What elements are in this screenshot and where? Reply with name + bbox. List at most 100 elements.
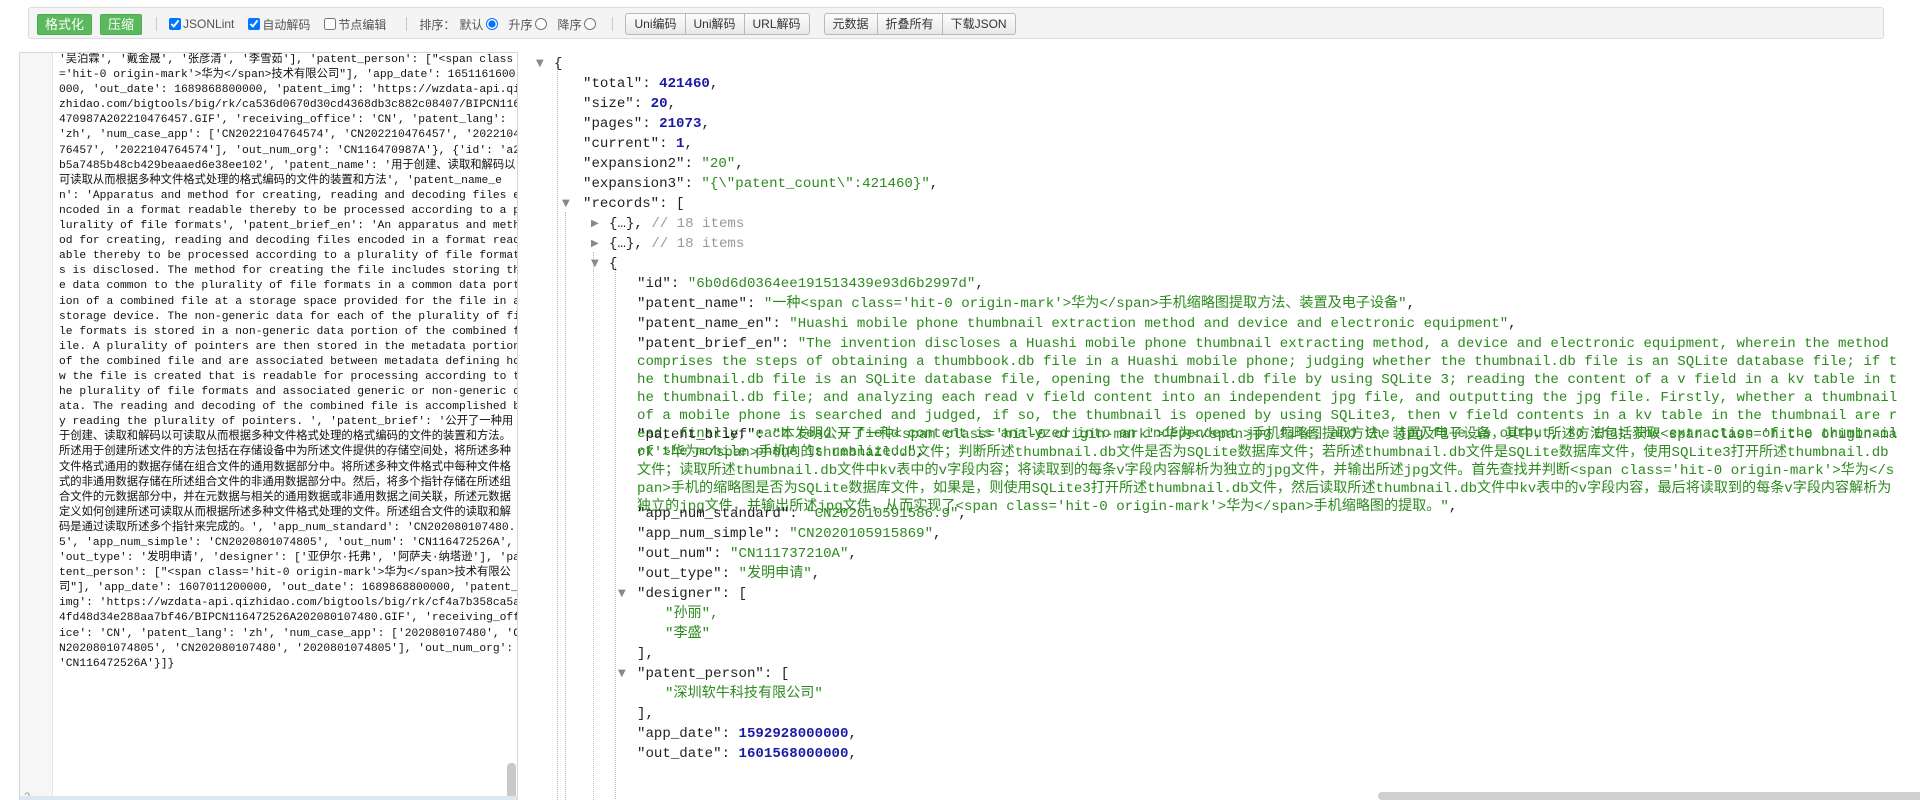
tree-row-app-num-simple[interactable]: "app_num_simple": "CN2020105915869", xyxy=(637,524,942,544)
tree-row-designer[interactable]: "designer": [ xyxy=(637,584,747,604)
tree-row-patent-name-en[interactable]: "patent_name_en": "Huashi mobile phone t… xyxy=(637,314,1517,334)
tree-row-collapsed-record[interactable]: {…}, // 18 items xyxy=(609,214,744,234)
node-edit-checkbox[interactable] xyxy=(324,18,337,30)
tree-guide-line xyxy=(557,66,558,800)
tree-key: "current" xyxy=(583,136,660,152)
tree-value: "CN202010591586.9" xyxy=(806,506,959,522)
format-button[interactable]: 格式化 xyxy=(37,13,93,35)
auto-decode-checkbox[interactable] xyxy=(248,18,261,30)
tree-guide-line xyxy=(615,267,616,800)
collapse-toggle-icon[interactable]: ▼ xyxy=(618,588,626,599)
tree-value: 20 xyxy=(650,96,668,112)
toolbar-divider xyxy=(612,17,614,31)
collapse-toggle-icon[interactable]: ▼ xyxy=(536,58,544,69)
collapse-toggle-icon[interactable]: ▼ xyxy=(618,668,626,679)
tree-key: "expansion3" xyxy=(583,176,685,192)
tree-key: "id" xyxy=(637,276,671,292)
tree-row-patent-brief[interactable]: "patent_brief": "本发明公开了一种<span class='hi… xyxy=(637,426,1899,516)
editor-scrollbar[interactable] xyxy=(507,763,516,799)
node-edit-label: 节点编辑 xyxy=(338,17,387,32)
sort-default-radio[interactable] xyxy=(486,18,499,30)
compress-button[interactable]: 压缩 xyxy=(100,13,143,35)
sort-desc-radio[interactable] xyxy=(584,18,597,30)
url-decode-button[interactable]: URL解码 xyxy=(743,13,810,35)
tree-value: "CN2020105915869" xyxy=(789,526,934,542)
tree-value: "Huashi mobile phone thumbnail extractio… xyxy=(789,316,1509,332)
collapse-all-button[interactable]: 折叠所有 xyxy=(876,13,943,35)
tree-row-total[interactable]: "total": 421460, xyxy=(583,74,718,94)
tree-key: "out_date" xyxy=(637,746,722,762)
raw-data-button[interactable]: 元数据 xyxy=(823,13,878,35)
sort-default-label: 默认 xyxy=(459,17,484,32)
raw-json-editor[interactable]: 2 '吴泊霖', '戴金晟', '张彦清', '李雪茹'], 'patent_p… xyxy=(19,52,518,800)
tree-key: "pages" xyxy=(583,116,643,132)
array-close-bracket: ], xyxy=(637,706,654,722)
view-button-group: 元数据 折叠所有 下载JSON xyxy=(823,13,1016,35)
tree-value: 1 xyxy=(676,136,685,152)
tree-key: "expansion2" xyxy=(583,156,685,172)
tree-row-expansion2[interactable]: "expansion2": "20", xyxy=(583,154,744,174)
sort-default-option[interactable]: 默认 xyxy=(459,16,499,33)
uni-decode-button[interactable]: Uni解码 xyxy=(684,13,745,35)
encode-button-group: Uni编码 Uni解码 URL解码 xyxy=(625,13,810,35)
tree-key: "total" xyxy=(583,76,643,92)
tree-key: "size" xyxy=(583,96,634,112)
tree-row-records[interactable]: "records": [ xyxy=(583,194,685,214)
raw-json-text[interactable]: '吴泊霖', '戴金晟', '张彦清', '李雪茹'], 'patent_per… xyxy=(59,53,517,800)
tree-value: 421460 xyxy=(659,76,710,92)
editor-active-line xyxy=(20,796,517,800)
tree-row-out-date[interactable]: "out_date": 1601568000000, xyxy=(637,744,857,764)
tree-key: "records" xyxy=(583,196,660,212)
tree-row-patent-name[interactable]: "patent_name": "一种<span class='hit-0 ori… xyxy=(637,294,1415,314)
tree-value: "发明申请" xyxy=(738,566,812,582)
sort-asc-radio[interactable] xyxy=(535,18,548,30)
tree-row-expansion3[interactable]: "expansion3": "{\"patent_count\":421460}… xyxy=(583,174,938,194)
sort-desc-option[interactable]: 降序 xyxy=(557,16,597,33)
line-number-gutter: 2 xyxy=(20,53,53,800)
node-edit-option[interactable]: 节点编辑 xyxy=(324,16,386,33)
auto-decode-option[interactable]: 自动解码 xyxy=(248,16,310,33)
patent-person-item[interactable]: "深圳软牛科技有限公司" xyxy=(665,684,823,704)
tree-row-app-num-standard[interactable]: "app_num_standard": "CN202010591586.9", xyxy=(637,504,967,524)
tree-value: "20" xyxy=(701,156,736,172)
uni-encode-button[interactable]: Uni编码 xyxy=(625,13,686,35)
record-open-brace: { xyxy=(609,256,618,272)
collapse-toggle-icon[interactable]: ▼ xyxy=(562,198,570,209)
json-tree-view: ▼ { "total": 421460, "size": 20, "pages"… xyxy=(528,52,1920,800)
tree-row-app-date[interactable]: "app_date": 1592928000000, xyxy=(637,724,857,744)
tree-row-patent-person[interactable]: "patent_person": [ xyxy=(637,664,789,684)
designer-item[interactable]: "孙丽", xyxy=(665,604,719,624)
tree-row-out-type[interactable]: "out_type": "发明申请", xyxy=(637,564,820,584)
tree-key: "out_type" xyxy=(637,566,722,582)
jsonlint-option[interactable]: JSONLint xyxy=(169,17,234,31)
sort-asc-option[interactable]: 升序 xyxy=(508,16,548,33)
tree-value: 1592928000000 xyxy=(738,726,849,742)
tree-key: "out_num" xyxy=(637,546,714,562)
download-json-button[interactable]: 下载JSON xyxy=(941,13,1016,35)
root-open-brace: { xyxy=(554,56,563,72)
toolbar-divider xyxy=(406,17,408,31)
horizontal-scrollbar[interactable] xyxy=(1378,792,1920,800)
tree-value: 21073 xyxy=(659,116,702,132)
tree-key: "app_num_simple" xyxy=(637,526,773,542)
designer-item[interactable]: "李盛" xyxy=(665,624,710,644)
expand-toggle-icon[interactable]: ▶ xyxy=(591,218,599,229)
jsonlint-checkbox[interactable] xyxy=(169,18,182,30)
sort-label: 排序： xyxy=(419,17,456,32)
collapse-toggle-icon[interactable]: ▼ xyxy=(591,258,599,269)
tree-key: "app_date" xyxy=(637,726,722,742)
tree-row-collapsed-record[interactable]: {…}, // 18 items xyxy=(609,234,744,254)
jsonlint-label: JSONLint xyxy=(183,17,235,31)
array-close-bracket: ], xyxy=(637,646,654,662)
tree-row-size[interactable]: "size": 20, xyxy=(583,94,676,114)
tree-row-pages[interactable]: "pages": 21073, xyxy=(583,114,710,134)
sort-desc-label: 降序 xyxy=(557,17,582,32)
tree-key: "designer" xyxy=(637,586,722,602)
expand-toggle-icon[interactable]: ▶ xyxy=(591,238,599,249)
tree-row-id[interactable]: "id": "6b0d6d0364ee191513439e93d6b2997d"… xyxy=(637,274,984,294)
tree-row-current[interactable]: "current": 1, xyxy=(583,134,693,154)
tree-key: "patent_brief_en" xyxy=(637,336,781,352)
tree-row-out-num[interactable]: "out_num": "CN111737210A", xyxy=(637,544,857,564)
toolbar: 格式化 压缩 JSONLint 自动解码 节点编辑 排序： 默认 升序 降序 U… xyxy=(28,7,1884,39)
tree-value: "{\"patent_count\":421460}" xyxy=(701,176,930,192)
